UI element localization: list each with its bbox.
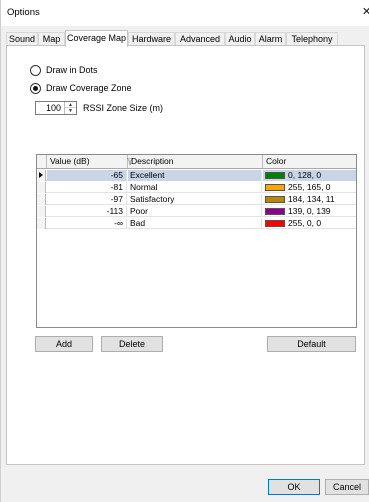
tab-audio[interactable]: Audio (225, 32, 255, 46)
stepper-buttons: ▲ ▼ (64, 102, 76, 114)
add-button[interactable]: Add (35, 336, 93, 352)
stepper-down-icon[interactable]: ▼ (65, 108, 76, 114)
color-text: 184, 134, 11 (288, 194, 335, 204)
table-row[interactable]: -81 Normal 255, 165, 0 (37, 182, 356, 193)
column-header-description[interactable]: Description (128, 155, 263, 168)
row-header[interactable] (37, 170, 46, 181)
color-text: 0, 128, 0 (288, 170, 322, 180)
window-title: Options (7, 7, 40, 18)
tab-sound[interactable]: Sound (6, 32, 38, 46)
column-header-color[interactable]: Color (263, 155, 356, 168)
rssi-zone-size-stepper[interactable]: 100 ▲ ▼ (35, 101, 77, 115)
tab-coverage-map[interactable]: Coverage Map (65, 30, 128, 47)
options-dialog: Options ✕ Sound Map Coverage Map Hardwar… (0, 0, 369, 502)
thresholds-grid[interactable]: Value (dB) Description Color -65 Excelle… (36, 154, 357, 328)
table-row[interactable]: -113 Poor 139, 0, 139 (37, 206, 356, 217)
cell-color[interactable]: 255, 0, 0 (263, 218, 356, 229)
cancel-button[interactable]: Cancel (325, 479, 369, 495)
color-swatch (265, 220, 285, 227)
tab-strip: Sound Map Coverage Map Hardware Advanced… (6, 30, 366, 47)
rssi-zone-size-label: RSSI Zone Size (m) (83, 103, 164, 113)
default-button[interactable]: Default (267, 336, 356, 352)
close-icon[interactable]: ✕ (362, 5, 369, 18)
color-swatch (265, 208, 285, 215)
cell-description[interactable]: Bad (128, 218, 262, 229)
table-row[interactable]: -65 Excellent 0, 128, 0 (37, 170, 356, 181)
title-bar: Options ✕ (1, 0, 369, 26)
row-header[interactable] (37, 206, 46, 217)
column-header-value[interactable]: Value (dB) (47, 155, 133, 168)
color-swatch (265, 172, 285, 179)
delete-button[interactable]: Delete (101, 336, 163, 352)
rssi-zone-size-value[interactable]: 100 (46, 103, 61, 113)
cell-color[interactable]: 184, 134, 11 (263, 194, 356, 205)
cell-value[interactable]: -113 (47, 206, 127, 217)
draw-in-dots-option[interactable]: Draw in Dots (30, 63, 98, 77)
cell-color[interactable]: 0, 128, 0 (263, 170, 356, 181)
tab-advanced[interactable]: Advanced (175, 32, 225, 46)
table-row[interactable]: -∞ Bad 255, 0, 0 (37, 218, 356, 229)
grid-header: Value (dB) Description Color (37, 155, 356, 169)
color-text: 255, 0, 0 (288, 218, 322, 228)
color-text: 255, 165, 0 (288, 182, 331, 192)
row-header[interactable] (37, 218, 46, 229)
color-swatch (265, 196, 285, 203)
cell-value[interactable]: -65 (47, 170, 127, 181)
tab-alarm[interactable]: Alarm (255, 32, 286, 46)
draw-coverage-zone-radio[interactable] (30, 82, 41, 94)
cell-color[interactable]: 139, 0, 139 (263, 206, 356, 217)
draw-coverage-zone-label: Draw Coverage Zone (46, 83, 132, 93)
cell-description[interactable]: Excellent (128, 170, 262, 181)
cell-value[interactable]: -∞ (47, 218, 127, 229)
row-header[interactable] (37, 194, 46, 205)
cell-value[interactable]: -81 (47, 182, 127, 193)
row-header-corner (37, 155, 47, 168)
cell-description[interactable]: Satisfactory (128, 194, 262, 205)
tab-telephony[interactable]: Telephony (286, 32, 338, 46)
cell-description[interactable]: Poor (128, 206, 262, 217)
ok-button[interactable]: OK (268, 479, 320, 495)
draw-coverage-zone-option[interactable]: Draw Coverage Zone (30, 81, 132, 95)
cell-value[interactable]: -97 (47, 194, 127, 205)
draw-in-dots-label: Draw in Dots (46, 65, 98, 75)
cell-color[interactable]: 255, 165, 0 (263, 182, 356, 193)
table-row[interactable]: -97 Satisfactory 184, 134, 11 (37, 194, 356, 205)
tab-map[interactable]: Map (38, 32, 65, 46)
color-text: 139, 0, 139 (288, 206, 331, 216)
draw-in-dots-radio[interactable] (30, 64, 41, 76)
cell-description[interactable]: Normal (128, 182, 262, 193)
color-swatch (265, 184, 285, 191)
tab-hardware[interactable]: Hardware (128, 32, 175, 46)
row-header[interactable] (37, 182, 46, 193)
current-row-arrow-icon (39, 172, 43, 178)
